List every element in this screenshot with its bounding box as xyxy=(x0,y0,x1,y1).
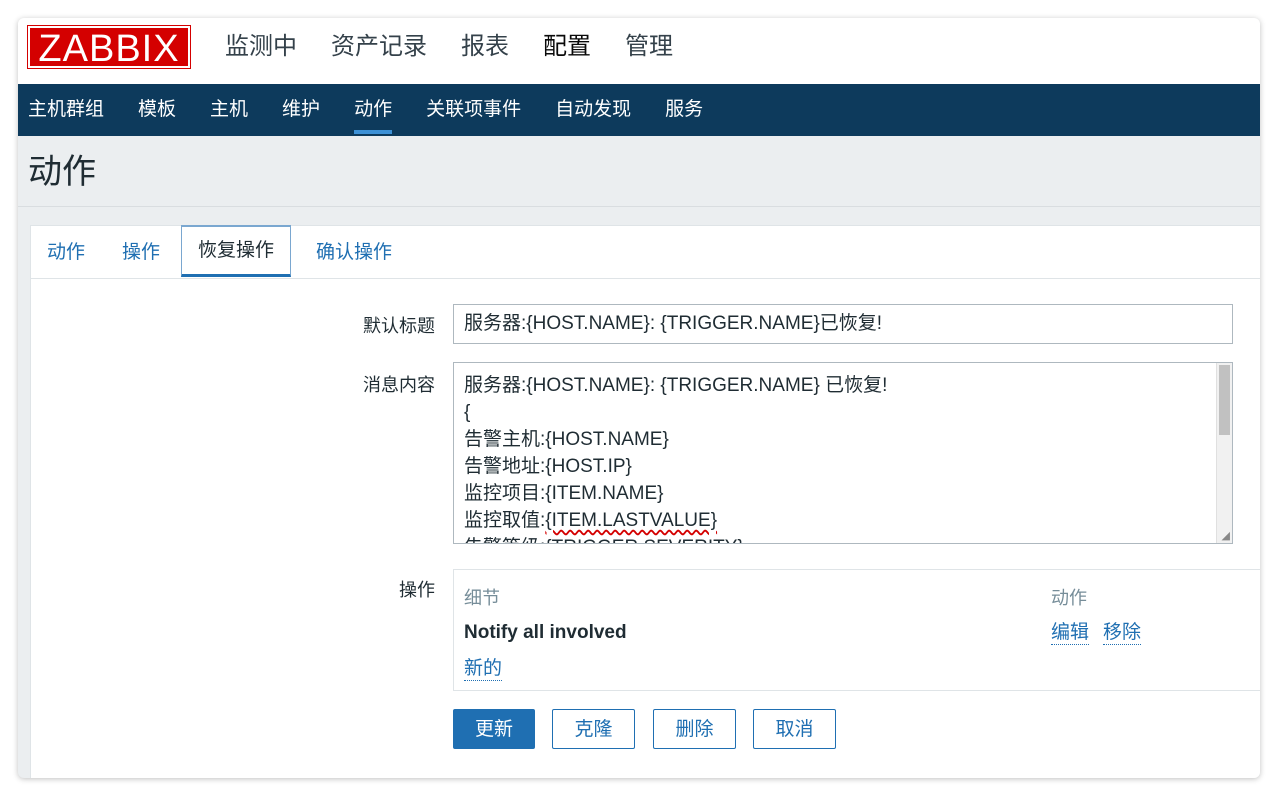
scrollbar-thumb[interactable] xyxy=(1219,365,1230,435)
operations-label: 操作 xyxy=(399,580,435,601)
submenu-event-correlation[interactable]: 关联项事件 xyxy=(426,84,521,136)
column-header-action: 动作 xyxy=(1051,588,1087,609)
tab-acknowledge-operations[interactable]: 确认操作 xyxy=(316,226,392,278)
default-subject-label: 默认标题 xyxy=(363,316,435,337)
page-title: 动作 xyxy=(28,152,96,192)
message-line: 告警地址:{HOST.IP} xyxy=(464,456,632,477)
top-header: ZABBIX 监测中 资产记录 报表 配置 管理 xyxy=(18,18,1260,94)
delete-button[interactable]: 删除 xyxy=(653,709,736,749)
cancel-button[interactable]: 取消 xyxy=(753,709,836,749)
edit-operation-link[interactable]: 编辑 xyxy=(1051,620,1090,645)
operations-table: 细节 动作 Notify all involved 编辑 移除 新的 xyxy=(453,569,1260,691)
submenu-services[interactable]: 服务 xyxy=(665,84,703,136)
sub-menu: 主机群组 模板 主机 维护 动作 关联项事件 自动发现 服务 xyxy=(18,84,1260,136)
submenu-actions[interactable]: 动作 xyxy=(354,84,393,136)
tab-action[interactable]: 动作 xyxy=(47,226,85,278)
app-window: ZABBIX 监测中 资产记录 报表 配置 管理 主机群组 模板 主机 维护 动… xyxy=(18,18,1260,778)
spellcheck-underlined-text: {ITEM.LASTVALUE} xyxy=(545,510,718,531)
submenu-host-groups[interactable]: 主机群组 xyxy=(28,84,104,136)
action-form-card: 动作 操作 恢复操作 确认操作 默认标题 服务器:{HOST.NAME}: {T… xyxy=(30,225,1260,778)
menu-reports[interactable]: 报表 xyxy=(461,18,509,84)
message-label: 消息内容 xyxy=(363,375,435,396)
remove-operation-link[interactable]: 移除 xyxy=(1103,620,1142,645)
message-textarea[interactable]: 服务器:{HOST.NAME}: {TRIGGER.NAME} 已恢复! { 告… xyxy=(453,362,1233,544)
submenu-discovery[interactable]: 自动发现 xyxy=(555,84,631,136)
zabbix-logo[interactable]: ZABBIX xyxy=(27,25,191,70)
message-line: 告警主机:{HOST.NAME} xyxy=(464,429,669,450)
update-button[interactable]: 更新 xyxy=(453,709,535,749)
submenu-templates[interactable]: 模板 xyxy=(138,84,176,136)
main-menu: 监测中 资产记录 报表 配置 管理 xyxy=(225,18,707,94)
menu-administration[interactable]: 管理 xyxy=(625,18,673,84)
column-header-details: 细节 xyxy=(464,588,500,609)
resize-grip-icon[interactable]: ◢ xyxy=(1222,530,1230,541)
menu-inventory[interactable]: 资产记录 xyxy=(331,18,427,84)
tab-operations[interactable]: 操作 xyxy=(122,226,160,278)
message-line: 监控项目:{ITEM.NAME} xyxy=(464,483,664,504)
menu-configuration[interactable]: 配置 xyxy=(543,18,591,94)
divider xyxy=(18,206,1260,207)
message-line: { xyxy=(464,402,471,423)
submenu-maintenance[interactable]: 维护 xyxy=(282,84,320,136)
textarea-scrollbar[interactable] xyxy=(1216,363,1232,543)
message-line: 监控取值:{ITEM.LASTVALUE} xyxy=(464,507,1222,534)
message-line: 告警等级:{TRIGGER.SEVERITY} xyxy=(464,534,1222,543)
message-line: 服务器:{HOST.NAME}: {TRIGGER.NAME} 已恢复! xyxy=(464,375,888,396)
menu-monitoring[interactable]: 监测中 xyxy=(225,18,297,84)
form-tabs: 动作 操作 恢复操作 确认操作 xyxy=(31,225,1260,279)
submenu-hosts[interactable]: 主机 xyxy=(210,84,248,136)
new-operation-link[interactable]: 新的 xyxy=(464,656,503,681)
tab-recovery-operations[interactable]: 恢复操作 xyxy=(181,225,292,277)
operation-details: Notify all involved xyxy=(464,622,627,643)
clone-button[interactable]: 克隆 xyxy=(552,709,635,749)
message-line-prefix: 监控取值: xyxy=(464,510,546,531)
default-subject-input[interactable]: 服务器:{HOST.NAME}: {TRIGGER.NAME}已恢复! xyxy=(453,304,1233,344)
